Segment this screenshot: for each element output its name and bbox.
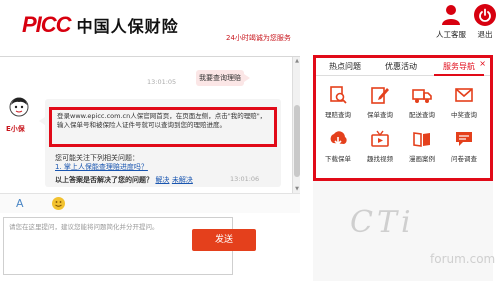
power-icon xyxy=(474,4,496,26)
chat-scrollbar[interactable]: ▲ ▼ xyxy=(292,57,300,193)
bot-name: E小保 xyxy=(6,125,25,133)
nav-label: 问卷调查 xyxy=(451,155,477,163)
watermark-sub: forum.com xyxy=(430,252,496,266)
nav-download-policy[interactable]: 下载保单 xyxy=(318,129,358,163)
picc-logo: PICC 中国人保财险 xyxy=(22,12,179,38)
person-icon xyxy=(440,4,462,26)
watermark: CTi xyxy=(350,205,415,240)
message-time: 13:01:05 xyxy=(147,78,177,86)
related-question-link[interactable]: 1. 掌上人保能查理赔进度吗？ xyxy=(55,162,148,172)
tv-icon xyxy=(370,129,390,149)
envelope-icon xyxy=(454,85,474,105)
panel-tabs: 热点问题 优惠活动 服务导航 × xyxy=(316,58,490,76)
emoji-icon[interactable] xyxy=(52,197,65,210)
scroll-down-icon[interactable]: ▼ xyxy=(293,185,301,193)
nav-label: 趣找视频 xyxy=(367,155,393,163)
nav-videos[interactable]: 趣找视频 xyxy=(360,129,400,163)
book-icon xyxy=(412,129,432,149)
chat-icon xyxy=(454,129,474,149)
send-button[interactable]: 发送 xyxy=(192,229,256,251)
input-toolbar: A xyxy=(0,193,300,213)
nav-prize-query[interactable]: 中奖查询 xyxy=(444,85,484,119)
tab-hot-questions[interactable]: 热点问题 xyxy=(320,58,370,76)
answer-text: 登录www.epicc.com.cn人保官网首页，在页面左侧，点击"我的理赔"，… xyxy=(49,107,277,147)
search-doc-icon xyxy=(328,85,348,105)
nav-policy-query[interactable]: 保单查询 xyxy=(360,85,400,119)
exit-button[interactable]: 退出 xyxy=(470,4,500,40)
scroll-thumb[interactable] xyxy=(294,105,300,177)
font-icon[interactable]: A xyxy=(16,197,24,210)
download-icon xyxy=(328,129,348,149)
agent-service-label: 人工客服 xyxy=(436,30,466,39)
logo-text: 中国人保财险 xyxy=(76,19,179,36)
close-icon[interactable]: × xyxy=(479,59,486,68)
tab-service-nav[interactable]: 服务导航 xyxy=(434,58,484,76)
nav-delivery-query[interactable]: 配送查询 xyxy=(402,85,442,119)
slogan: 24小时竭诚为您服务 xyxy=(226,34,291,42)
truck-icon xyxy=(412,85,432,105)
nav-label: 漫画案例 xyxy=(409,155,435,163)
edit-doc-icon xyxy=(370,85,390,105)
nav-label: 下载保单 xyxy=(325,155,351,163)
resolved-link[interactable]: 解决 xyxy=(155,176,169,184)
nav-survey[interactable]: 问卷调查 xyxy=(444,129,484,163)
unresolved-link[interactable]: 未解决 xyxy=(172,176,193,184)
nav-label: 理赔查询 xyxy=(325,111,351,119)
bot-message-bubble: 登录www.epicc.com.cn人保官网首页，在页面左侧，点击"我的理赔"，… xyxy=(39,99,281,187)
feedback-row: 以上答案是否解决了您的问题？ 解决 未解决 xyxy=(55,175,193,185)
user-message-bubble: 我要查询理赔 xyxy=(196,70,250,86)
exit-label: 退出 xyxy=(477,30,493,39)
feedback-prompt: 以上答案是否解决了您的问题？ xyxy=(55,176,153,184)
nav-comic-cases[interactable]: 漫画案例 xyxy=(402,129,442,163)
tab-promotions[interactable]: 优惠活动 xyxy=(376,58,426,76)
message-time: 13:01:06 xyxy=(230,175,260,183)
bot-avatar xyxy=(8,95,30,117)
nav-label: 配送查询 xyxy=(409,111,435,119)
agent-service-button[interactable]: 人工客服 xyxy=(436,4,466,40)
service-panel: 热点问题 优惠活动 服务导航 × 理赔查询 保单查询 配送查询 中奖查询 下载保… xyxy=(313,55,493,181)
scroll-up-icon[interactable]: ▲ xyxy=(293,57,301,65)
logo-mark: PICC xyxy=(22,12,72,37)
nav-claim-query[interactable]: 理赔查询 xyxy=(318,85,358,119)
chat-history[interactable]: 13:01:05 我要查询理赔 E小保 登录www.epicc.com.cn人保… xyxy=(0,57,292,193)
chat-panel: 13:01:05 我要查询理赔 E小保 登录www.epicc.com.cn人保… xyxy=(0,56,300,281)
header: PICC 中国人保财险 24小时竭诚为您服务 人工客服 退出 xyxy=(0,0,500,48)
nav-label: 保单查询 xyxy=(367,111,393,119)
nav-label: 中奖查询 xyxy=(451,111,477,119)
